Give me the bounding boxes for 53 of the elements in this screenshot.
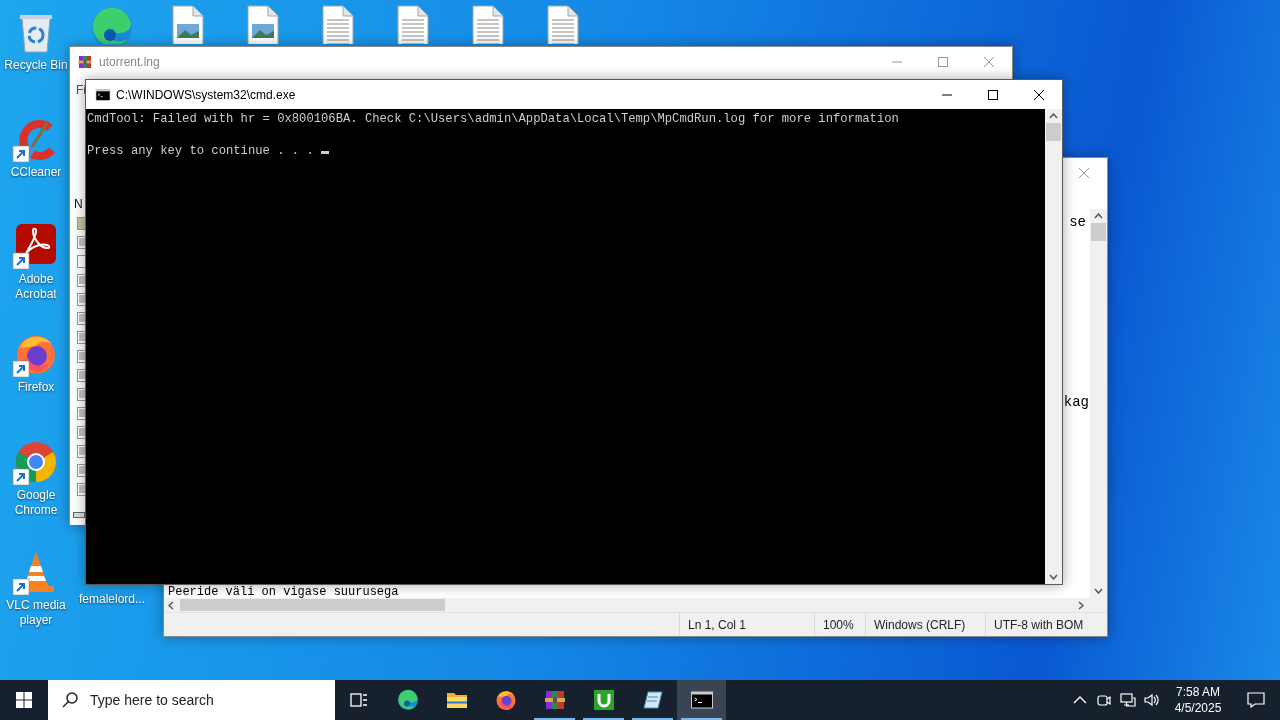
desktop-icon-label[interactable]: femalelord... bbox=[79, 592, 145, 607]
column-header[interactable]: N bbox=[74, 195, 83, 213]
terminal-icon bbox=[95, 86, 111, 103]
task-view-icon bbox=[350, 692, 368, 708]
search-icon bbox=[62, 692, 78, 708]
status-text: Windows (CRLF) bbox=[865, 613, 985, 636]
maximize-icon bbox=[987, 89, 999, 100]
close-icon bbox=[983, 56, 995, 67]
status-text: 100% bbox=[814, 613, 865, 636]
terminal-icon bbox=[689, 688, 714, 712]
scrollbar-thumb[interactable] bbox=[1091, 223, 1106, 241]
volume-icon[interactable] bbox=[1144, 692, 1160, 708]
books-icon bbox=[542, 688, 567, 712]
scroll-up-icon[interactable] bbox=[1094, 213, 1103, 219]
status-text: Ln 1, Col 1 bbox=[679, 613, 814, 636]
status-text: UTF-8 with BOM bbox=[985, 613, 1107, 636]
desktop-icon-label[interactable]: Adobe Acrobat bbox=[0, 272, 72, 302]
clock-date[interactable]: 4/5/2025 bbox=[1172, 700, 1224, 716]
search-field[interactable]: Type here to search bbox=[90, 689, 310, 711]
taskbar-app-button[interactable] bbox=[677, 680, 726, 720]
tile-logo-icon bbox=[591, 688, 616, 712]
console-text: CmdTool: Failed with hr = 0x800106BA. Check C:\Users\admin\AppData\Local\Temp\MpCmdRun.log for more information bbox=[87, 111, 900, 127]
scroll-down-icon[interactable] bbox=[1094, 588, 1103, 594]
scroll-down-icon[interactable] bbox=[1049, 574, 1058, 580]
console-text: Press any key to continue . . . bbox=[87, 143, 315, 159]
clock-time[interactable]: 7:58 AM bbox=[1172, 684, 1224, 700]
desktop-icon-label[interactable]: VLC media player bbox=[0, 598, 72, 628]
wave-logo-icon bbox=[395, 688, 420, 712]
desktop-icon-label[interactable]: Recycle Bin bbox=[4, 58, 68, 73]
notification-icon bbox=[1247, 692, 1265, 708]
close-icon bbox=[1078, 167, 1090, 178]
start-icon bbox=[16, 692, 32, 708]
desktop-icon-label[interactable]: CCleaner bbox=[10, 165, 62, 180]
camera-icon[interactable] bbox=[1096, 692, 1112, 708]
window-title: C:\WINDOWS\system32\cmd.exe bbox=[116, 86, 297, 104]
desktop-icon-label[interactable]: Firefox bbox=[17, 380, 55, 395]
notepad-icon bbox=[640, 688, 665, 712]
scrollbar-thumb[interactable] bbox=[180, 599, 445, 611]
maximize-icon bbox=[937, 56, 949, 67]
scroll-left-icon[interactable] bbox=[168, 600, 174, 610]
close-icon bbox=[1033, 89, 1045, 100]
menu-item[interactable]: Fi bbox=[76, 81, 86, 99]
search-box[interactable]: Type here to search bbox=[48, 680, 335, 720]
desktop-icon-label[interactable]: Google Chrome bbox=[0, 488, 72, 518]
text-line: Peeride väli on vigase suurusega bbox=[168, 586, 399, 598]
text-fragment: se bbox=[1069, 213, 1086, 232]
window-title: utorrent.lng bbox=[99, 53, 161, 71]
network-icon[interactable] bbox=[1120, 692, 1136, 708]
scroll-right-icon[interactable] bbox=[1078, 600, 1084, 610]
text-fragment: kag bbox=[1063, 393, 1089, 412]
books-icon bbox=[77, 53, 93, 70]
scroll-up-icon[interactable] bbox=[1049, 113, 1058, 119]
scrollbar-thumb[interactable] bbox=[1046, 123, 1061, 141]
